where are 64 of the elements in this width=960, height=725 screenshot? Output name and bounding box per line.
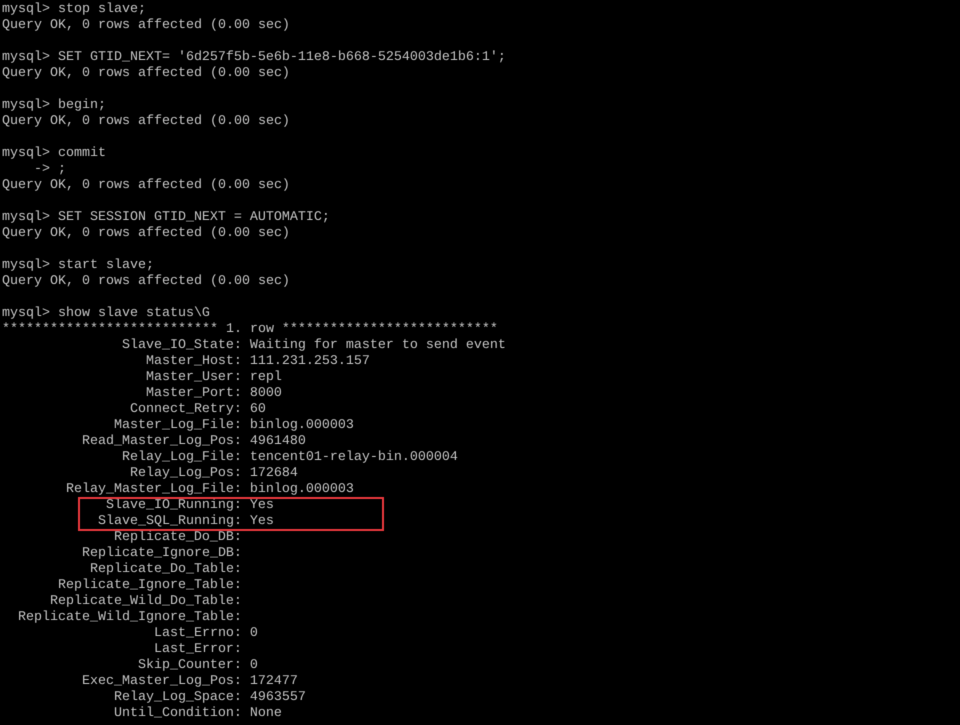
field-value: Yes	[250, 498, 274, 514]
output-line: Query OK, 0 rows affected (0.00 sec)	[2, 114, 290, 130]
field-name: Replicate_Do_Table:	[88, 562, 242, 578]
prompt: mysql>	[2, 258, 50, 274]
command-text: show slave status\G	[58, 306, 210, 322]
output-line: Query OK, 0 rows affected (0.00 sec)	[2, 226, 290, 242]
field-value: 4961480	[250, 434, 306, 450]
output-line: Query OK, 0 rows affected (0.00 sec)	[2, 178, 290, 194]
field-value: None	[250, 706, 282, 722]
field-name: Master_User:	[144, 370, 242, 386]
field-value: 172477	[250, 674, 298, 690]
field-name: Replicate_Wild_Ignore_Table:	[16, 610, 242, 626]
field-name: Last_Error:	[152, 642, 242, 658]
command-text: SET GTID_NEXT= '6d257f5b-5e6b-11e8-b668-5254003de1b6:1';	[58, 50, 506, 66]
command-text: SET SESSION GTID_NEXT = AUTOMATIC;	[58, 210, 330, 226]
field-name: Replicate_Wild_Do_Table:	[48, 594, 242, 610]
output-line: Query OK, 0 rows affected (0.00 sec)	[2, 274, 290, 290]
prompt: mysql>	[2, 50, 50, 66]
field-name: Last_Errno:	[152, 626, 242, 642]
field-name: Slave_SQL_Running:	[96, 514, 242, 530]
field-value: repl	[250, 370, 282, 386]
prompt: mysql>	[2, 210, 50, 226]
field-name: Until_Condition:	[112, 706, 242, 722]
field-name: Slave_IO_State:	[120, 338, 242, 354]
field-value: Yes	[250, 514, 274, 530]
field-name: Master_Log_File:	[112, 418, 242, 434]
field-name: Relay_Log_File:	[120, 450, 242, 466]
field-name: Replicate_Do_DB:	[112, 530, 242, 546]
field-value: 0	[250, 658, 258, 674]
field-name: Read_Master_Log_Pos:	[80, 434, 242, 450]
field-value: Waiting for master to send event	[250, 338, 506, 354]
field-name: Exec_Master_Log_Pos:	[80, 674, 242, 690]
field-name: Relay_Master_Log_File:	[64, 482, 242, 498]
command-text: begin;	[58, 98, 106, 114]
field-name: Connect_Retry:	[128, 402, 242, 418]
field-value: binlog.000003	[250, 418, 354, 434]
field-value: 172684	[250, 466, 298, 482]
field-value: tencent01-relay-bin.000004	[250, 450, 458, 466]
field-value: 4963557	[250, 690, 306, 706]
output-line: Query OK, 0 rows affected (0.00 sec)	[2, 18, 290, 34]
field-value: 8000	[250, 386, 282, 402]
prompt: mysql>	[2, 98, 50, 114]
field-name: Master_Port:	[144, 386, 242, 402]
field-value: binlog.000003	[250, 482, 354, 498]
output-line: *************************** 1. row ***************************	[2, 322, 498, 338]
field-name: Master_Host:	[144, 354, 242, 370]
field-name: Replicate_Ignore_Table:	[56, 578, 242, 594]
prompt: ->	[32, 162, 50, 178]
field-value: 60	[250, 402, 266, 418]
prompt: mysql>	[2, 146, 50, 162]
command-text: commit	[58, 146, 106, 162]
command-text: stop slave;	[58, 2, 146, 18]
field-name: Skip_Counter:	[136, 658, 242, 674]
field-name: Relay_Log_Space:	[112, 690, 242, 706]
field-value: 0	[250, 626, 258, 642]
prompt: mysql>	[2, 2, 50, 18]
command-text: start slave;	[58, 258, 154, 274]
field-name: Relay_Log_Pos:	[128, 466, 242, 482]
field-value: 111.231.253.157	[250, 354, 370, 370]
output-line: Query OK, 0 rows affected (0.00 sec)	[2, 66, 290, 82]
field-name: Slave_IO_Running:	[104, 498, 242, 514]
command-text: ;	[58, 162, 66, 178]
field-name: Replicate_Ignore_DB:	[80, 546, 242, 562]
prompt: mysql>	[2, 306, 50, 322]
